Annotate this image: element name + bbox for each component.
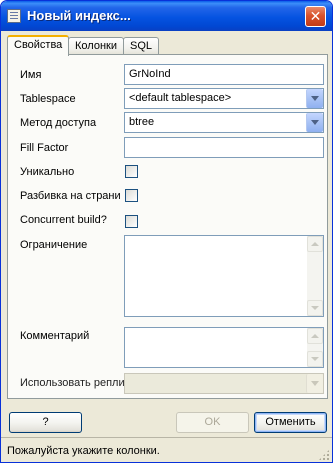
scroll-up-icon[interactable] <box>307 236 323 252</box>
resize-grip-icon[interactable] <box>318 449 330 461</box>
ok-button[interactable]: OK <box>176 412 249 433</box>
clustered-checkbox[interactable] <box>125 189 138 202</box>
scroll-up-icon[interactable] <box>307 328 323 344</box>
fill-factor-label: Fill Factor <box>20 142 69 154</box>
access-method-label: Метод доступа <box>20 117 97 129</box>
tablespace-select[interactable]: <default tablespace> <box>124 88 324 109</box>
tab-sql[interactable]: SQL <box>123 37 160 55</box>
status-text: Пожалуйста укажите колонки. <box>7 445 160 457</box>
title-bar[interactable]: Новый индекс... ✕ <box>1 1 332 31</box>
concurrent-label: Concurrent build? <box>20 214 107 226</box>
fill-factor-input[interactable] <box>124 137 324 158</box>
comment-textarea[interactable] <box>124 327 324 368</box>
concurrent-checkbox[interactable] <box>125 215 138 228</box>
cancel-button[interactable]: Отменить <box>254 412 327 433</box>
unique-label: Уникально <box>20 166 75 178</box>
close-button[interactable]: ✕ <box>305 6 326 27</box>
chevron-down-icon[interactable] <box>306 374 323 393</box>
replication-select[interactable] <box>124 373 324 394</box>
scroll-down-icon[interactable] <box>307 351 323 367</box>
tablespace-value: <default tablespace> <box>129 92 232 104</box>
window-icon <box>7 9 21 23</box>
chevron-down-icon[interactable] <box>306 89 323 108</box>
comment-label: Комментарий <box>20 330 90 342</box>
chevron-down-icon[interactable] <box>306 113 323 132</box>
name-input[interactable]: GrNoInd <box>124 64 324 85</box>
dialog-window: Новый индекс... ✕ Свойства Колонки SQL И… <box>0 0 333 463</box>
status-bar: Пожалуйста укажите колонки. <box>1 437 332 462</box>
properties-panel: Имя GrNoInd Tablespace <default tablespa… <box>7 54 328 399</box>
tab-columns[interactable]: Колонки <box>68 37 124 55</box>
window-title: Новый индекс... <box>27 8 131 23</box>
access-method-select[interactable]: btree <box>124 112 324 133</box>
tablespace-label: Tablespace <box>20 93 76 105</box>
unique-checkbox[interactable] <box>125 165 138 178</box>
name-label: Имя <box>20 69 42 81</box>
comment-scrollbar[interactable] <box>307 328 323 367</box>
constraint-label: Ограничение <box>20 239 88 251</box>
help-button[interactable]: ? <box>9 412 82 433</box>
constraint-scrollbar[interactable] <box>307 236 323 316</box>
tab-properties[interactable]: Свойства <box>7 35 70 56</box>
constraint-textarea[interactable] <box>124 235 324 317</box>
access-method-value: btree <box>129 116 155 128</box>
clustered-label: Разбивка на страни <box>20 190 121 202</box>
scroll-down-icon[interactable] <box>307 300 323 316</box>
